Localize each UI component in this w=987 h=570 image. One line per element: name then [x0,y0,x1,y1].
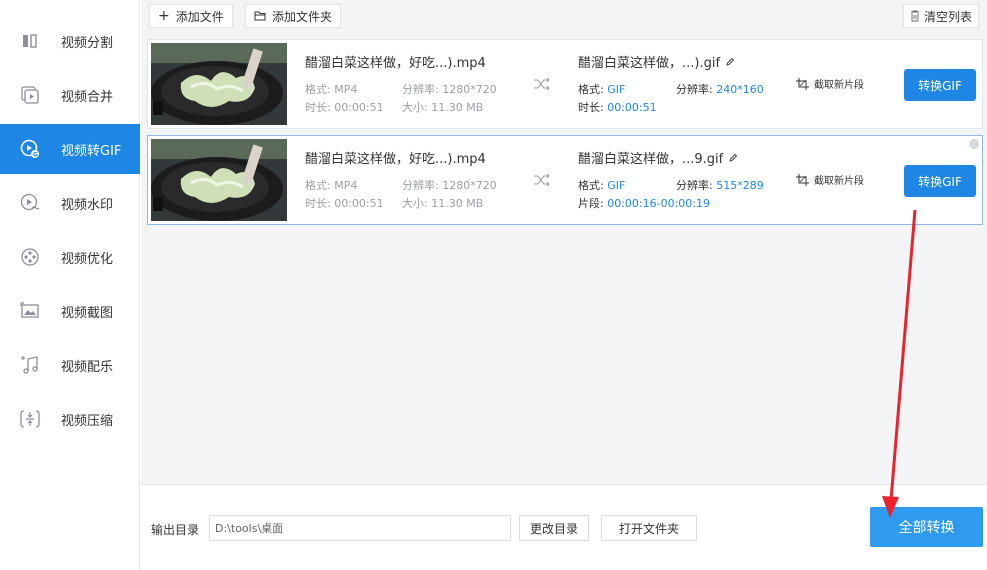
shuffle-icon [534,173,550,187]
input-size: 大小: 11.30 MB [402,101,484,114]
convert-gif-button[interactable]: 转换GIF [904,69,976,101]
sidebar-item-label: 视频合并 [61,89,114,105]
sidebar-item-label: 视频截图 [61,305,114,321]
add-folder-button[interactable]: 添加文件夹 [245,4,342,28]
bottom-bar: 输出目录 D:\tools\桌面 更改目录 打开文件夹 全部转换 [141,484,987,570]
output-file-name: 醋溜白菜这样做，...).gif [578,52,735,71]
input-file-name: 醋溜白菜这样做，好吃...).mp4 [305,152,486,167]
input-file-name: 醋溜白菜这样做，好吃...).mp4 [305,56,486,71]
video-thumbnail [151,43,287,125]
input-format: 格式: MP4 [305,83,358,96]
input-resolution: 分辨率: 1280*720 [402,179,497,192]
output-resolution: 分辨率: 515*289 [676,179,764,192]
crop-icon [796,173,809,186]
sidebar-item-label: 视频优化 [61,251,114,267]
music-icon [21,356,38,374]
input-duration: 时长: 00:00:51 [305,101,384,114]
split-icon [23,34,37,48]
output-dir-field[interactable]: D:\tools\桌面 [209,515,511,541]
clip-segment-button[interactable]: 截取新片段 [796,172,864,187]
file-row[interactable]: 醋溜白菜这样做，好吃...).mp4 格式: MP4 分辨率: 1280*720… [147,39,983,129]
input-duration: 时长: 00:00:51 [305,197,384,210]
app-window: 视频分割 视频合并 G 视频转GIF 视频水印 视频优化 视频截图 视频配乐 视… [0,0,987,570]
output-segment: 片段: 00:00:16-00:00:19 [578,197,710,210]
shuffle-icon [534,77,550,91]
folder-icon [254,11,266,21]
sidebar-item-watermark[interactable]: 视频水印 [0,178,140,228]
toolbar: + 添加文件 添加文件夹 清空列表 [141,0,987,34]
sidebar-item-label: 视频配乐 [61,359,114,375]
convert-gif-button[interactable]: 转换GIF [904,165,976,197]
change-dir-button[interactable]: 更改目录 [519,515,589,541]
sidebar-item-music[interactable]: 视频配乐 [0,340,140,390]
main-panel: + 添加文件 添加文件夹 清空列表 醋溜白菜这样做，好吃...).mp4 格式:… [141,0,987,570]
sidebar-item-label: 视频压缩 [61,413,114,429]
sidebar-item-label: 视频转GIF [61,143,122,159]
edit-icon[interactable] [728,153,738,163]
sidebar-item-label: 视频水印 [61,197,114,213]
plus-icon: + [158,8,170,24]
clear-list-label: 清空列表 [923,9,972,24]
sidebar-item-label: 视频分割 [61,35,114,51]
output-dir-label: 输出目录 [151,523,200,537]
input-format: 格式: MP4 [305,179,358,192]
open-folder-button[interactable]: 打开文件夹 [601,515,697,541]
sidebar: 视频分割 视频合并 G 视频转GIF 视频水印 视频优化 视频截图 视频配乐 视… [0,0,140,570]
sidebar-item-optimize[interactable]: 视频优化 [0,232,140,282]
watermark-icon [20,193,40,211]
clear-list-button[interactable]: 清空列表 [902,4,979,28]
sidebar-item-gif[interactable]: G 视频转GIF [0,124,140,174]
screenshot-icon [20,302,39,318]
add-file-label: 添加文件 [175,9,224,24]
gif-icon: G [20,139,39,159]
output-file-name: 醋溜白菜这样做，...9.gif [578,148,738,167]
clip-segment-button[interactable]: 截取新片段 [796,76,864,91]
video-thumbnail [151,139,287,221]
optimize-icon [21,248,39,266]
sidebar-item-compress[interactable]: 视频压缩 [0,394,140,444]
svg-text:G: G [33,152,38,159]
output-resolution: 分辨率: 240*160 [676,83,764,96]
file-row[interactable]: 醋溜白菜这样做，好吃...).mp4 格式: MP4 分辨率: 1280*720… [147,135,983,225]
remove-file-icon[interactable] [969,139,979,149]
convert-all-button[interactable]: 全部转换 [870,507,983,547]
output-format: 格式: GIF [578,83,626,96]
sidebar-item-screenshot[interactable]: 视频截图 [0,286,140,336]
trash-icon [910,10,919,22]
output-duration: 时长: 00:00:51 [578,101,657,114]
sidebar-item-merge[interactable]: 视频合并 [0,70,140,120]
edit-icon[interactable] [725,57,735,67]
add-file-button[interactable]: + 添加文件 [149,4,233,28]
input-resolution: 分辨率: 1280*720 [402,83,497,96]
sidebar-item-split[interactable]: 视频分割 [0,16,140,66]
output-format: 格式: GIF [578,179,626,192]
input-size: 大小: 11.30 MB [402,197,484,210]
add-folder-label: 添加文件夹 [272,9,333,24]
compress-icon [20,410,40,428]
crop-icon [796,77,809,90]
merge-icon [21,86,39,104]
